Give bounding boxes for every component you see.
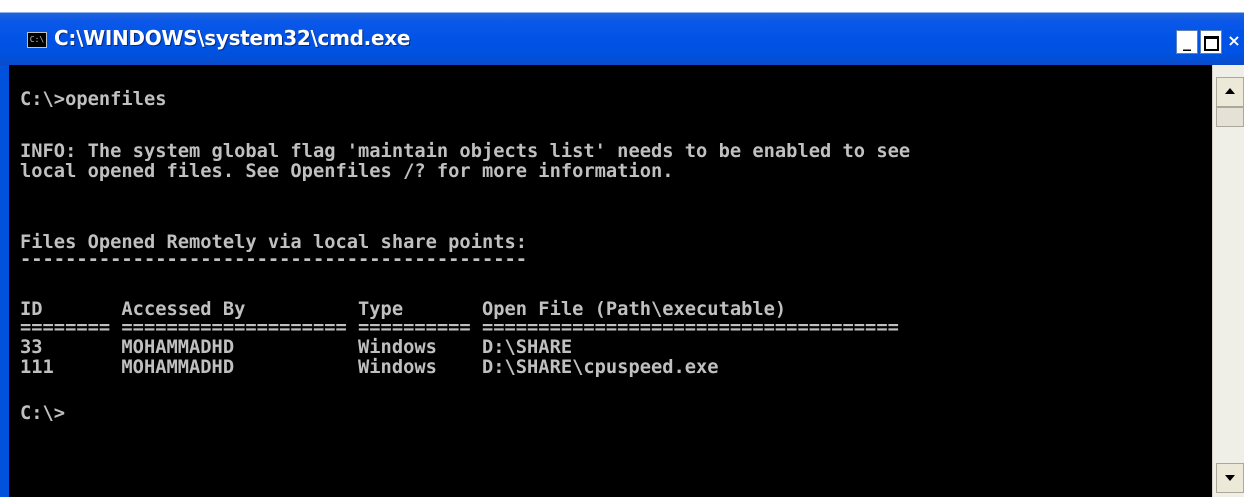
title-bar[interactable]: C:\ C:\WINDOWS\system32\cmd.exe _ × (0, 0, 1244, 65)
console-prompt: C:\> (20, 402, 66, 424)
console-line: INFO: The system global flag 'maintain o… (20, 140, 911, 162)
scroll-down-button[interactable] (1216, 463, 1244, 493)
console-line: 111 MOHAMMADHD Windows D:\SHARE\cpuspeed… (20, 356, 719, 378)
window-title: C:\WINDOWS\system32\cmd.exe (54, 26, 411, 50)
scroll-up-button[interactable] (1216, 77, 1244, 107)
console-line: 33 MOHAMMADHD Windows D:\SHARE (20, 336, 573, 358)
maximize-button[interactable] (1200, 30, 1222, 54)
close-button[interactable]: × (1224, 30, 1244, 54)
cmd-window: C:\ C:\WINDOWS\system32\cmd.exe _ × C:\>… (0, 0, 1244, 497)
minimize-button[interactable]: _ (1176, 30, 1198, 54)
maximize-icon (1203, 36, 1219, 51)
arrow-up-icon (1225, 88, 1235, 94)
console-line: C:\>openfiles (20, 88, 167, 110)
vertical-scrollbar[interactable] (1212, 65, 1244, 497)
console-line: ======== ==================== ==========… (20, 316, 899, 338)
arrow-down-icon (1225, 475, 1235, 481)
console-line: ----------------------------------------… (20, 248, 528, 270)
console-output[interactable]: C:\>openfiles INFO: The system global fl… (0, 65, 1212, 497)
cmd-app-icon[interactable]: C:\ (27, 32, 47, 48)
scrollbar-thumb[interactable] (1216, 107, 1244, 127)
console-line: local opened files. See Openfiles /? for… (20, 160, 674, 182)
